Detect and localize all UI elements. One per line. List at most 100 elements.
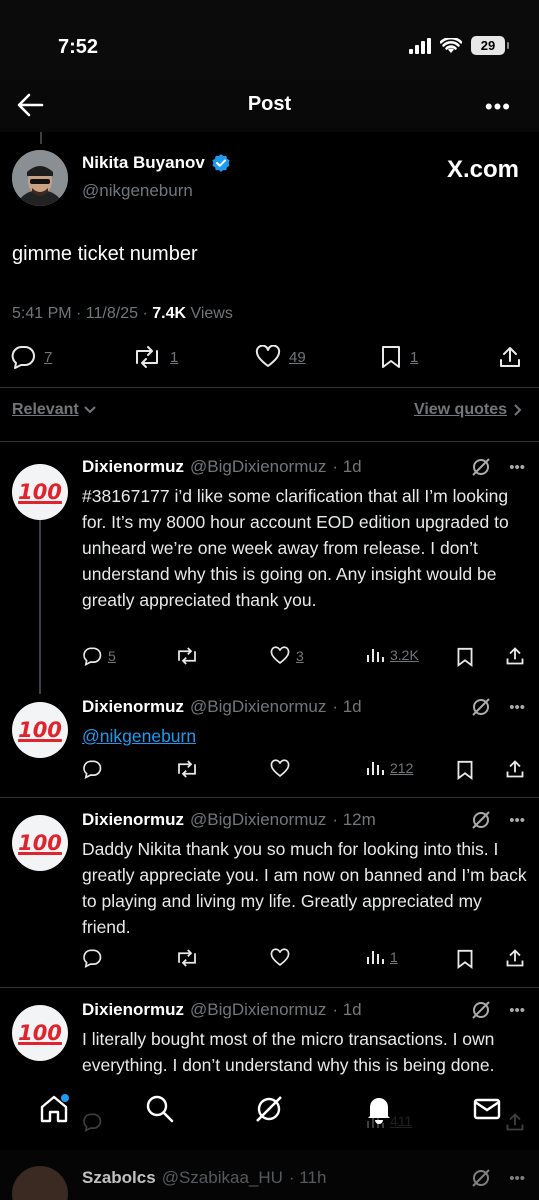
tab-search[interactable] xyxy=(145,1094,175,1129)
reply-author-name[interactable]: Dixienormuz xyxy=(82,810,184,830)
views-count: 3.2K xyxy=(390,647,419,663)
views-label: Views xyxy=(186,305,233,322)
search-icon xyxy=(146,1095,174,1123)
reply-time: · 1d xyxy=(332,457,362,476)
reply-text: #38167177 i’d like some clarification th… xyxy=(82,486,509,610)
status-bar: 7:52 29 xyxy=(0,0,539,80)
more-icon[interactable]: ••• xyxy=(509,812,525,829)
view-quotes-link[interactable]: View quotes xyxy=(414,401,523,419)
bookmark-icon[interactable] xyxy=(456,949,474,969)
bookmark-icon[interactable] xyxy=(456,647,474,667)
reply-button[interactable] xyxy=(82,759,108,779)
verified-badge-icon xyxy=(212,154,230,172)
tab-messages[interactable] xyxy=(472,1094,502,1129)
reply-count: 5 xyxy=(108,648,116,664)
avatar[interactable]: 100 xyxy=(12,464,68,520)
notifications-icon xyxy=(368,1098,390,1124)
views-button[interactable]: 3.2K xyxy=(366,646,419,664)
repost-button[interactable]: 1 xyxy=(132,345,178,369)
like-icon xyxy=(270,948,290,966)
like-button[interactable] xyxy=(270,948,296,968)
avatar[interactable]: 100 xyxy=(12,815,68,871)
reply-author-name[interactable]: Szabolcs xyxy=(82,1168,156,1188)
like-button[interactable]: 3 xyxy=(270,646,304,666)
repost-button[interactable] xyxy=(175,759,205,779)
bottom-tab-bar xyxy=(0,1078,539,1142)
reply-item-peek[interactable]: Szabolcs @Szabikaa_HU · 11h ••• xyxy=(0,1150,539,1200)
views-button[interactable]: 1 xyxy=(366,948,398,966)
reply-author-handle[interactable]: @BigDixienormuz xyxy=(190,457,326,477)
status-time: 7:52 xyxy=(58,36,99,58)
brand-watermark: X.com xyxy=(446,156,519,183)
post-meta: 5:41 PM · 11/8/25 · 7.4K Views xyxy=(12,305,233,323)
reply-author-handle[interactable]: @BigDixienormuz xyxy=(190,810,326,830)
sort-relevant-dropdown[interactable]: Relevant xyxy=(12,401,97,419)
bookmark-button[interactable]: 1 xyxy=(380,345,418,369)
like-icon xyxy=(270,759,290,777)
bookmark-icon[interactable] xyxy=(456,760,474,780)
grok-icon[interactable] xyxy=(471,1000,491,1020)
repost-button[interactable] xyxy=(175,646,205,666)
more-icon[interactable]: ••• xyxy=(509,459,525,476)
more-icon[interactable]: ••• xyxy=(509,1170,525,1187)
like-count: 3 xyxy=(296,648,304,664)
reply-text: Daddy Nikita thank you so much for looki… xyxy=(82,839,527,937)
tab-grok[interactable] xyxy=(254,1094,284,1129)
author-handle[interactable]: @nikgeneburn xyxy=(82,181,193,201)
header: Post ••• xyxy=(0,80,539,132)
author-name[interactable]: Nikita Buyanov xyxy=(82,153,205,173)
tab-home[interactable] xyxy=(38,1094,70,1129)
reply-header: Szabolcs @Szabikaa_HU · 11h xyxy=(82,1168,326,1188)
reply-item[interactable]: 100 Dixienormuz @BigDixienormuz · 1d •••… xyxy=(0,457,539,677)
reply-button[interactable]: 7 xyxy=(10,345,52,369)
share-icon[interactable] xyxy=(505,646,525,666)
share-button[interactable] xyxy=(498,345,522,369)
reply-button[interactable] xyxy=(82,948,108,968)
avatar[interactable]: 100 xyxy=(12,1005,68,1061)
reply-actions: 5 3 3.2K xyxy=(0,646,539,670)
more-icon[interactable]: ••• xyxy=(485,94,511,120)
mention-link[interactable]: @nikgeneburn xyxy=(82,726,196,746)
reply-item[interactable]: 100 Dixienormuz @BigDixienormuz · 1d •••… xyxy=(0,697,539,797)
messages-icon xyxy=(473,1098,501,1120)
reply-icon xyxy=(83,760,102,779)
avatar[interactable]: 100 xyxy=(12,702,68,758)
reply-menu: ••• xyxy=(471,1000,525,1020)
reply-menu: ••• xyxy=(471,1168,525,1188)
reply-author-name[interactable]: Dixienormuz xyxy=(82,457,184,477)
reply-author-name[interactable]: Dixienormuz xyxy=(82,1000,184,1020)
grok-icon[interactable] xyxy=(471,457,491,477)
more-icon[interactable]: ••• xyxy=(509,699,525,716)
like-icon xyxy=(255,345,281,367)
like-button[interactable]: 49 xyxy=(255,345,306,369)
reply-header: Dixienormuz @BigDixienormuz · 1d xyxy=(82,457,362,477)
reply-item[interactable]: 100 Dixienormuz @BigDixienormuz · 12m ••… xyxy=(0,810,539,985)
more-icon[interactable]: ••• xyxy=(509,1002,525,1019)
share-icon xyxy=(500,347,520,367)
grok-icon[interactable] xyxy=(471,697,491,717)
views-button[interactable]: 212 xyxy=(366,759,413,777)
reply-button[interactable]: 5 xyxy=(82,646,116,666)
like-button[interactable] xyxy=(270,759,296,779)
divider xyxy=(0,387,539,388)
share-icon[interactable] xyxy=(505,759,525,779)
repost-icon xyxy=(178,647,196,665)
repost-icon xyxy=(178,760,196,778)
grok-icon xyxy=(256,1096,282,1122)
post-actions: 7 1 49 1 xyxy=(0,343,539,373)
repost-button[interactable] xyxy=(175,948,205,968)
reply-time: · 1d xyxy=(332,697,362,716)
tab-notifications[interactable] xyxy=(364,1094,394,1129)
reply-author-name[interactable]: Dixienormuz xyxy=(82,697,184,717)
grok-icon[interactable] xyxy=(471,810,491,830)
battery-indicator: 29 xyxy=(471,36,509,55)
share-icon[interactable] xyxy=(505,948,525,968)
divider xyxy=(0,797,539,798)
avatar-photo xyxy=(12,150,68,206)
grok-icon[interactable] xyxy=(471,1168,491,1188)
reply-author-handle[interactable]: @Szabikaa_HU xyxy=(162,1168,283,1188)
avatar[interactable] xyxy=(12,150,68,206)
reply-author-handle[interactable]: @BigDixienormuz xyxy=(190,697,326,717)
reply-author-handle[interactable]: @BigDixienormuz xyxy=(190,1000,326,1020)
avatar[interactable] xyxy=(12,1166,68,1200)
